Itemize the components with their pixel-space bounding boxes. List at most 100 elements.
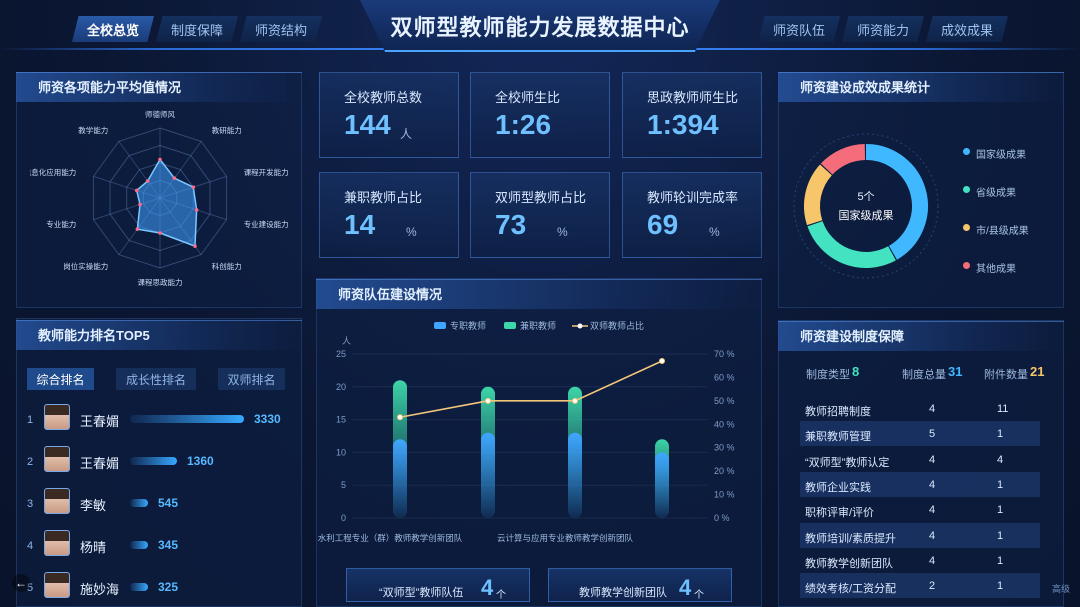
rank-number: 3	[27, 498, 34, 510]
ratio-point	[572, 397, 578, 404]
bar-full-time	[393, 439, 407, 518]
radar-point	[172, 176, 177, 180]
stat-unit: %	[406, 225, 417, 239]
summary-value: 21	[1030, 364, 1045, 379]
radar-label: 专业建设能力	[244, 219, 289, 229]
dual-team-card: “双师型”教师队伍 4 个	[346, 568, 530, 602]
system-name: 兼职教师管理	[805, 431, 871, 444]
donut-slice	[820, 144, 866, 175]
attachment-count: 1	[997, 580, 1004, 593]
attachment-count: 1	[997, 478, 1004, 491]
legend-dot-icon	[963, 148, 970, 155]
radar-point	[158, 157, 162, 162]
team-panel-title: 师资队伍建设情况	[316, 279, 762, 309]
legend-dot-icon	[963, 262, 970, 269]
y2-tick-label: 30 %	[714, 443, 735, 453]
stat-card: 双师型教师占比 73%	[470, 172, 610, 258]
y2-tick-label: 70 %	[714, 349, 735, 359]
score-bar	[130, 583, 148, 591]
stat-value: 69	[647, 209, 679, 240]
radar-point	[145, 179, 150, 183]
radar-point	[193, 244, 197, 248]
stat-value: 1:26	[495, 109, 552, 140]
score-bar	[130, 499, 148, 507]
y-tick-label: 25	[336, 349, 346, 359]
attachment-count: 11	[997, 403, 1009, 415]
system-type-count: 4	[929, 403, 936, 415]
attachment-count: 1	[997, 554, 1004, 567]
table-row: 教师教学创新团队 4 1	[800, 548, 1040, 573]
tab-structure[interactable]: 师资结构	[240, 16, 322, 42]
system-name: 教师企业实践	[805, 481, 871, 494]
legend-dot-icon	[963, 224, 970, 231]
donut-center-value: 5个	[857, 191, 875, 203]
tab-overall-rank[interactable]: 综合排名	[27, 368, 94, 390]
stat-label: 双师型教师占比	[495, 190, 587, 205]
tab-dual-rank[interactable]: 双师排名	[218, 368, 285, 390]
tab-overview[interactable]: 全校总览	[72, 16, 154, 42]
y2-tick-label: 10 %	[714, 490, 735, 500]
summary-value: 31	[948, 364, 963, 379]
tab-ability[interactable]: 师资能力	[842, 16, 924, 42]
avatar	[44, 572, 70, 598]
attachment-count: 1	[997, 529, 1004, 542]
legend-label: 双师教师占比	[590, 320, 644, 331]
radar-label: 科创能力	[212, 261, 242, 271]
bottom-right-label: 高级	[1052, 584, 1071, 594]
page-title: 双师型教师能力发展数据中心	[390, 15, 690, 40]
innovation-team-label: 教师教学创新团队	[579, 587, 667, 599]
stat-label: 思政教师师生比	[647, 90, 739, 105]
attachment-count: 4	[997, 453, 1004, 466]
teacher-name: 杨晴	[80, 540, 107, 555]
radar-label: 教学能力	[78, 125, 108, 135]
avatar-hair	[45, 405, 69, 415]
system-name: 教师教学创新团队	[805, 557, 893, 570]
summary-label: 制度类型	[806, 369, 850, 381]
avatar-hair	[45, 489, 69, 499]
y-axis-label: 人	[342, 336, 351, 346]
donut-center-label: 国家级成果	[838, 210, 894, 222]
results-panel-title: 师资建设成效成果统计	[778, 72, 1064, 102]
back-arrow-icon[interactable]: ←	[12, 574, 30, 592]
tab-growth-rank[interactable]: 成长性排名	[116, 368, 196, 390]
y2-tick-label: 50 %	[714, 396, 735, 406]
score-bar	[130, 415, 244, 423]
radar-panel-title: 师资各项能力平均值情况	[16, 72, 302, 102]
teacher-name: 李敏	[80, 498, 107, 513]
legend-label: 兼职教师	[520, 320, 556, 331]
legend-dot-icon	[963, 186, 970, 193]
avatar-hair	[45, 573, 69, 583]
radar-point	[194, 208, 199, 212]
attachment-count: 1	[997, 428, 1004, 441]
stat-card: 全校教师总数 144 人	[319, 72, 459, 158]
table-row: 教师招聘制度 4 11	[800, 396, 1040, 421]
score-value: 1360	[187, 454, 214, 468]
table-row: 职称评审/评价 4 1	[800, 497, 1040, 522]
score-value: 545	[158, 496, 179, 510]
radar-label: 课程开发能力	[244, 167, 289, 177]
x-category-label: 云计算与应用专业教师教学创新团队	[497, 533, 634, 543]
summary-label: 制度总量	[902, 369, 946, 381]
tab-results[interactable]: 成效成果	[926, 16, 1008, 42]
y-tick-label: 5	[341, 480, 346, 490]
table-row: 绩效考核/工资分配 2 1	[800, 573, 1040, 599]
avatar	[44, 530, 70, 556]
stat-unit: 人	[400, 127, 413, 141]
stat-unit: %	[557, 225, 568, 239]
radar-point	[135, 227, 140, 231]
tab-system[interactable]: 制度保障	[156, 16, 238, 42]
score-value: 325	[158, 580, 179, 594]
donut-slice	[807, 220, 896, 268]
system-type-count: 4	[929, 478, 936, 491]
radar-point	[191, 185, 196, 189]
y-tick-label: 15	[336, 415, 346, 425]
bar-full-time	[481, 432, 495, 518]
stat-label: 全校教师总数	[344, 90, 423, 105]
stat-value: 144	[344, 109, 391, 140]
tab-team[interactable]: 师资队伍	[758, 16, 840, 42]
rank-number: 1	[27, 414, 34, 426]
radar-chart: 师德师风教研能力课程开发能力专业建设能力科创能力课程思政能力 岗位实操能力 专业能力…	[30, 109, 289, 287]
table-row: 教师企业实践 4 1	[800, 471, 1040, 497]
stat-value: 73	[495, 209, 527, 240]
system-type-count: 4	[929, 529, 936, 542]
